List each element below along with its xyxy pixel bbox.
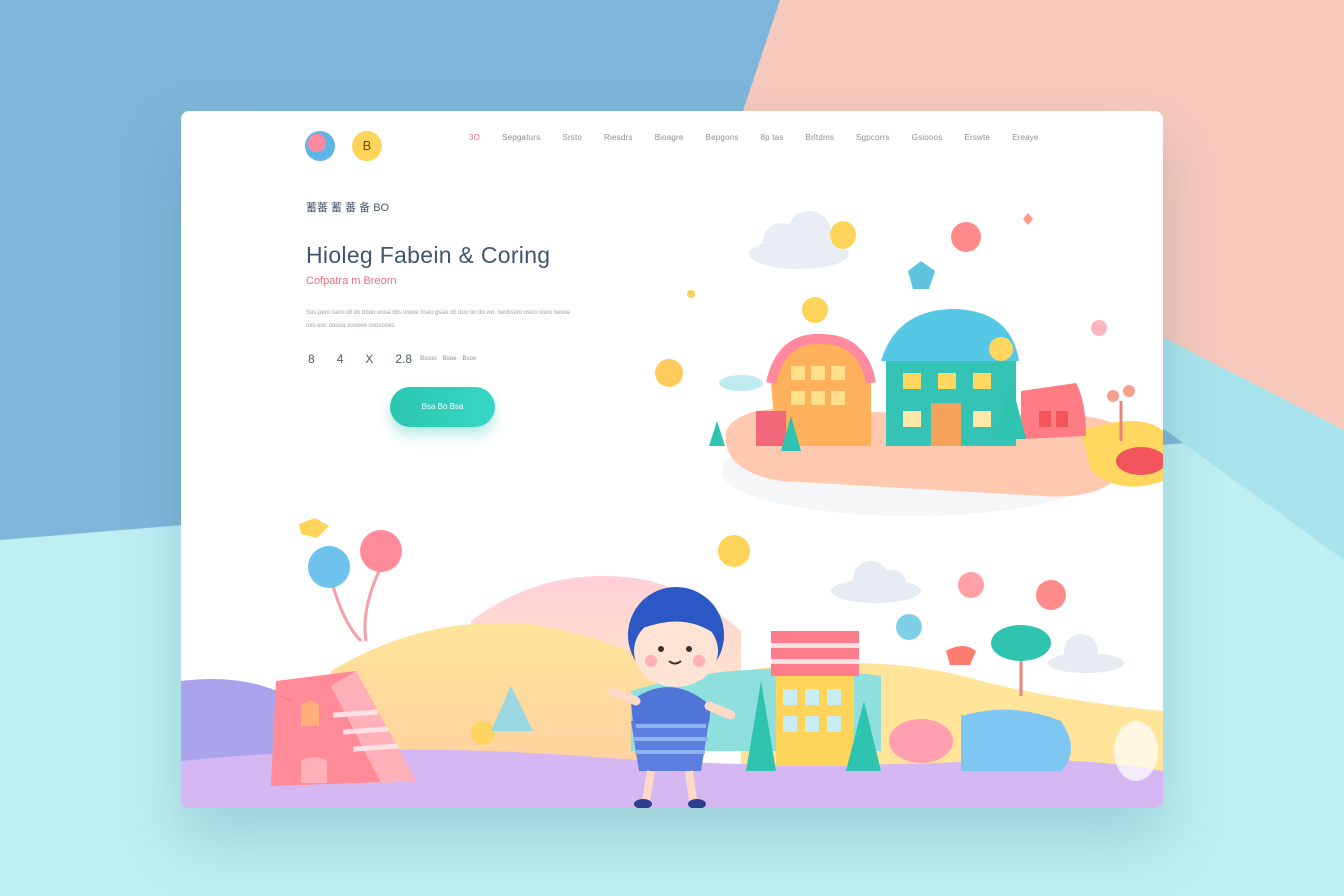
balloon-cluster bbox=[308, 530, 402, 643]
nav-item-5[interactable]: Bioagre bbox=[655, 131, 684, 145]
nav-item-6[interactable]: Bepgons bbox=[706, 131, 739, 145]
hero-description: Sos pero oaro o8 do bboo oooa obs wwoe b… bbox=[306, 310, 571, 329]
stat-value: 8 bbox=[308, 352, 315, 366]
cta-button[interactable]: Bsa Bo Bsa bbox=[390, 387, 495, 427]
nav-item-2[interactable]: Sepgaturs bbox=[502, 131, 540, 145]
nav-item-8[interactable]: Brltdms bbox=[806, 131, 835, 145]
nav-item-7[interactable]: 8p tas bbox=[761, 131, 784, 145]
main-nav: 3O Sepgaturs Srsto Riesdrs Bioagre Bepgo… bbox=[469, 131, 1061, 145]
stat-value: 4 bbox=[336, 352, 344, 366]
stat-value: 2.8 bbox=[395, 352, 413, 366]
nav-item-12[interactable]: Ereaye bbox=[1012, 131, 1039, 145]
hero-illustration bbox=[181, 211, 1163, 808]
stat-label: Bssoo bbox=[420, 356, 437, 362]
nav-item-4[interactable]: Riesdrs bbox=[604, 131, 633, 145]
stat-value: X bbox=[365, 352, 374, 366]
hero-eyebrow: 蓄蕃 蓄 蕃 备 BO bbox=[306, 202, 390, 214]
coin-icon[interactable]: B bbox=[352, 131, 382, 161]
hero-subtitle: Cofpatra m Breorn bbox=[306, 275, 397, 287]
house-icon bbox=[709, 309, 1135, 451]
nav-item-9[interactable]: Sgpcorrs bbox=[856, 131, 890, 145]
nav-item-3[interactable]: Srsto bbox=[562, 131, 582, 145]
nav-item-10[interactable]: Gsiooos bbox=[912, 131, 943, 145]
nav-item-11[interactable]: Erswte bbox=[964, 131, 990, 145]
nav-item-home[interactable]: 3O bbox=[469, 131, 480, 145]
logo-icon[interactable] bbox=[305, 131, 335, 161]
stat-label: Bsoe bbox=[462, 356, 477, 362]
hero-stats: 8 4 X 2.8 Bssoo Bsoe Bsoe bbox=[308, 352, 482, 366]
hero-title: Hioleg Fabein & Coring bbox=[306, 242, 551, 268]
browser-card: B 3O Sepgaturs Srsto Riesdrs Bioagre Bep… bbox=[181, 111, 1163, 808]
stat-label: Bsoe bbox=[442, 356, 457, 362]
